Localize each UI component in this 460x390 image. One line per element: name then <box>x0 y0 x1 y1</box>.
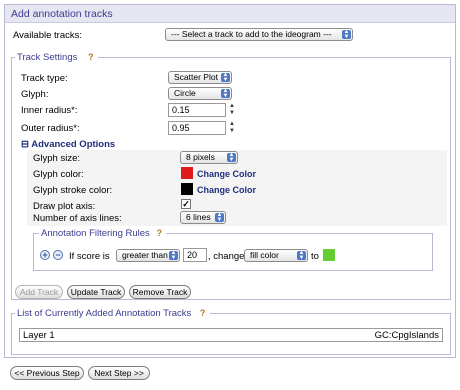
panel-title: Add annotation tracks <box>5 5 455 23</box>
help-icon[interactable]: ? <box>88 52 96 62</box>
track-settings-title: Track Settings <box>17 52 78 63</box>
attribute-select[interactable]: fill color ▲ ▼ <box>244 249 308 262</box>
glyph-stroke-swatch[interactable] <box>181 183 193 195</box>
help-icon[interactable]: ? <box>156 228 164 238</box>
draw-axis-checkbox[interactable]: ✓ <box>181 199 191 209</box>
select-arrows-icon: ▲ ▼ <box>342 29 351 40</box>
track-name: Layer 1 <box>23 330 55 341</box>
filtering-rules-legend: Annotation Filtering Rules ? <box>39 228 167 239</box>
select-arrows-icon: ▲ ▼ <box>221 88 230 99</box>
operator-value: greater than <box>122 250 168 260</box>
advanced-options-title: Advanced Options <box>31 139 116 150</box>
axis-lines-label: Number of axis lines: <box>33 213 122 224</box>
available-tracks-select-value: --- Select a track to add to the ideogra… <box>171 29 332 39</box>
glyph-color-link[interactable]: Change Color <box>197 169 256 179</box>
collapse-icon: ⊟ <box>21 139 29 150</box>
track-settings-legend: Track Settings ? <box>15 52 99 63</box>
track-source: GC:CpgIslands <box>374 330 439 341</box>
glyph-stroke-link[interactable]: Change Color <box>197 185 256 195</box>
glyph-select[interactable]: Circle ▲ ▼ <box>168 87 232 100</box>
operator-select[interactable]: greater than ▲ ▼ <box>116 249 180 262</box>
select-arrows-icon: ▲ ▼ <box>227 152 236 163</box>
previous-step-button[interactable]: << Previous Step <box>10 366 84 380</box>
list-item[interactable]: Layer 1 GC:CpgIslands <box>19 328 443 342</box>
add-annotation-panel: Add annotation tracks Available tracks: … <box>4 4 456 358</box>
next-step-button[interactable]: Next Step >> <box>88 366 150 380</box>
attribute-value: fill color <box>250 250 279 260</box>
track-type-label: Track type: <box>21 73 68 84</box>
update-track-button[interactable]: Update Track <box>67 285 125 299</box>
select-arrows-icon: ▲ ▼ <box>221 72 230 83</box>
outer-radius-stepper[interactable]: ▲ ▼ <box>228 121 236 135</box>
available-tracks-label: Available tracks: <box>13 30 82 41</box>
filtering-rules-title: Annotation Filtering Rules <box>41 228 150 239</box>
help-icon[interactable]: ? <box>200 308 208 318</box>
remove-track-button[interactable]: Remove Track <box>129 285 191 299</box>
outer-radius-label: Outer radius*: <box>21 123 80 134</box>
select-arrows-icon: ▲ ▼ <box>169 250 178 261</box>
advanced-options-toggle[interactable]: ⊟ Advanced Options <box>21 139 115 150</box>
select-arrows-icon: ▲ ▼ <box>297 250 306 261</box>
if-score-text: If score is <box>69 251 110 262</box>
select-arrows-icon: ▲ ▼ <box>215 212 224 223</box>
track-type-value: Scatter Plot <box>174 72 218 82</box>
axis-lines-select[interactable]: 6 lines ▲ ▼ <box>180 211 226 224</box>
added-tracks-legend: List of Currently Added Annotation Track… <box>15 308 210 319</box>
inner-radius-label: Inner radius*: <box>21 105 78 116</box>
outer-radius-input[interactable]: 0.95 <box>168 121 226 135</box>
add-rule-icon[interactable]: + <box>40 250 50 260</box>
glyph-label: Glyph: <box>21 89 49 100</box>
glyph-color-label: Glyph color: <box>33 169 84 180</box>
glyph-value: Circle <box>174 88 196 98</box>
inner-radius-input[interactable]: 0.15 <box>168 103 226 117</box>
glyph-color-swatch[interactable] <box>181 167 193 179</box>
draw-axis-label: Draw plot axis: <box>33 201 96 212</box>
glyph-size-select[interactable]: 8 pixels ▲ ▼ <box>180 151 238 164</box>
glyph-size-label: Glyph size: <box>33 153 80 164</box>
target-color-swatch[interactable] <box>323 249 335 261</box>
available-tracks-select[interactable]: --- Select a track to add to the ideogra… <box>165 28 353 41</box>
added-tracks-title: List of Currently Added Annotation Track… <box>17 308 192 319</box>
threshold-input[interactable]: 20 <box>183 248 207 262</box>
add-track-button[interactable]: Add Track <box>15 285 63 299</box>
remove-rule-icon[interactable]: − <box>53 250 63 260</box>
track-type-select[interactable]: Scatter Plot ▲ ▼ <box>168 71 232 84</box>
glyph-stroke-label: Glyph stroke color: <box>33 185 113 196</box>
inner-radius-stepper[interactable]: ▲ ▼ <box>228 103 236 117</box>
axis-lines-value: 6 lines <box>186 212 211 222</box>
glyph-size-value: 8 pixels <box>186 152 215 162</box>
to-text: to <box>311 251 319 262</box>
change-text: , change <box>208 251 245 262</box>
